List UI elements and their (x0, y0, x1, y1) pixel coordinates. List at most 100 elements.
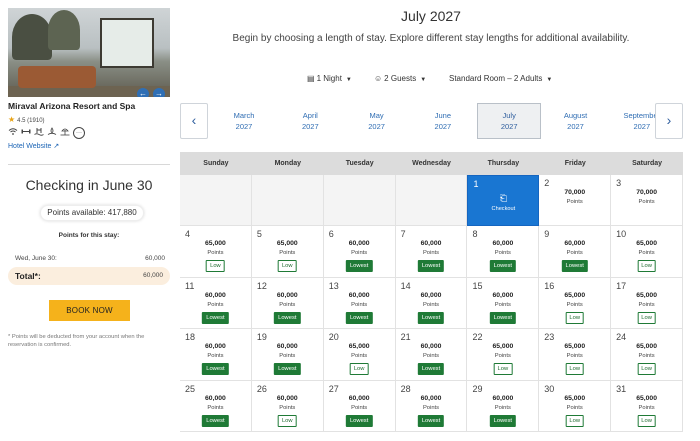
day-cell[interactable]: 29 60,000 Points Lowest (467, 380, 540, 432)
checkout-door-icon: ⎗ (499, 193, 507, 203)
points-unit-label: Points (566, 199, 583, 205)
points-unit-label: Points (207, 250, 224, 257)
day-cell[interactable]: 19 60,000 Points Lowest (251, 329, 324, 381)
day-cell[interactable]: 25 60,000 Points Lowest (180, 380, 252, 432)
day-points: 60,000 (205, 394, 226, 402)
month-name: June (434, 111, 452, 120)
day-cell[interactable]: 4 65,000 Points Low (180, 226, 252, 278)
room-dropdown[interactable]: Standard Room – 2 Adults ▼ (449, 73, 552, 86)
availability-calendar: Sunday Monday Tuesday Wednesday Thursday Frid… (180, 152, 684, 432)
points-unit-label: Points (351, 353, 368, 360)
points-unit-label: Points (638, 404, 655, 411)
day-number: 18 (185, 332, 196, 343)
lowest-price-badge: Lowest (489, 311, 517, 324)
day-number: 5 (256, 229, 262, 240)
hotel-website-link[interactable]: Hotel Website ↗ (8, 142, 59, 150)
photo-prev-icon[interactable]: ← (137, 88, 149, 97)
day-cell[interactable]: 9 60,000 Points Lowest (539, 226, 612, 278)
day-cell[interactable]: 13 60,000 Points Lowest (323, 277, 396, 330)
photo-next-icon[interactable]: → (153, 88, 165, 97)
next-months-button[interactable]: › (655, 103, 683, 139)
wifi-icon (8, 127, 18, 140)
day-cell[interactable]: 21 60,000 Points Lowest (395, 329, 468, 381)
total-row: Total*: 60,000 (8, 267, 170, 285)
low-price-badge: Low (277, 414, 297, 427)
points-unit-label: Points (279, 404, 296, 411)
nights-dropdown[interactable]: ▤ 1 Night ▼ (307, 73, 352, 86)
month-tab-march[interactable]: March 2027 (212, 103, 276, 139)
prev-months-button[interactable]: ‹ (180, 103, 208, 139)
day-cell[interactable]: 18 60,000 Points Lowest (180, 329, 252, 381)
day-cell[interactable]: 2 70,000 Points (539, 175, 612, 227)
points-unit-label: Points (279, 250, 296, 257)
stay-line-item: Wed, June 30: 60,000 (15, 255, 165, 262)
day-cell[interactable]: 17 65,000 Points Low (611, 277, 684, 330)
month-year: 2027 (235, 122, 253, 131)
day-cell[interactable]: 10 65,000 Points Low (611, 226, 684, 278)
month-name: July (502, 111, 516, 120)
day-cell[interactable]: 28 60,000 Points Lowest (395, 380, 468, 432)
points-for-stay-heading: Points for this stay: (58, 232, 120, 239)
day-number: 6 (328, 229, 334, 240)
empty-day-cell (395, 175, 468, 227)
day-cell[interactable]: 7 60,000 Points Lowest (395, 226, 468, 278)
month-tab-may[interactable]: May 2027 (345, 103, 409, 139)
more-amenities-icon[interactable]: ··· (73, 127, 85, 139)
day-number: 21 (400, 332, 411, 343)
lowest-price-badge: Lowest (417, 311, 445, 324)
day-cell[interactable]: 5 65,000 Points Low (251, 226, 324, 278)
book-now-button[interactable]: BOOK NOW (49, 300, 130, 321)
low-price-badge: Low (206, 260, 225, 273)
guests-dropdown[interactable]: ☺ 2 Guests ▼ (374, 73, 426, 86)
month-tab-august[interactable]: August 2027 (544, 103, 608, 139)
hotel-website-label: Hotel Website (8, 143, 52, 150)
day-number: 23 (544, 332, 555, 343)
day-cell[interactable]: 20 65,000 Points Low (323, 329, 396, 381)
lowest-price-badge: Lowest (274, 363, 301, 376)
lowest-price-badge: Lowest (345, 311, 373, 324)
day-cell[interactable]: 6 60,000 Points Lowest (323, 226, 396, 278)
empty-day-cell (323, 175, 396, 227)
day-number: 10 (616, 229, 627, 240)
day-cell[interactable]: 27 60,000 Points Lowest (323, 380, 396, 432)
points-unit-label: Points (351, 301, 368, 308)
day-cell[interactable]: 14 60,000 Points Lowest (395, 277, 468, 330)
day-cell[interactable]: 11 60,000 Points Lowest (180, 277, 252, 330)
lowest-price-badge: Lowest (345, 414, 373, 427)
month-tab-april[interactable]: April 2027 (278, 103, 342, 139)
points-unit-label: Points (422, 353, 440, 360)
day-points: 60,000 (205, 343, 226, 351)
day-points: 65,000 (636, 240, 657, 248)
day-cell[interactable]: 23 65,000 Points Low (539, 329, 612, 381)
checkout-label: Checkout (491, 206, 516, 212)
hotel-photo: ← → (8, 8, 170, 97)
amenity-icons: ··· (8, 126, 85, 140)
day-cell[interactable]: 22 65,000 Points Low (467, 329, 540, 381)
day-cell[interactable]: 30 65,000 Points Low (539, 380, 612, 432)
day-cell[interactable]: 15 60,000 Points Lowest (467, 277, 540, 330)
day-number: 11 (185, 280, 195, 291)
checkin-title: Checking in June 30 (25, 177, 153, 193)
month-tab-june[interactable]: June 2027 (411, 103, 475, 139)
person-icon: ☺ (374, 74, 383, 83)
day-cell[interactable]: 16 65,000 Points Low (539, 277, 612, 330)
low-price-badge: Low (493, 363, 513, 376)
lowest-price-badge: Lowest (202, 414, 229, 427)
day-points: 65,000 (564, 291, 586, 299)
day-cell[interactable]: 12 60,000 Points Lowest (251, 277, 324, 330)
day-cell[interactable]: 24 65,000 Points Low (611, 329, 684, 381)
points-unit-label: Points (494, 250, 511, 257)
month-tab-july[interactable]: July 2027 (477, 103, 542, 139)
day-cell[interactable]: 26 60,000 Points Low (251, 380, 324, 432)
day-number: 3 (616, 178, 622, 188)
day-points: 60,000 (420, 240, 442, 248)
day-cell[interactable]: 31 65,000 Points Low (611, 380, 684, 432)
day-cell[interactable]: 3 70,000 Points (611, 175, 684, 227)
day-number: 7 (400, 229, 406, 240)
checkout-day-cell[interactable]: 1 ⎗ Checkout (467, 175, 540, 227)
nights-value: 1 Night (316, 74, 342, 83)
day-cell[interactable]: 8 60,000 Points Lowest (467, 226, 540, 278)
day-points: 60,000 (564, 240, 586, 248)
day-points: 65,000 (348, 343, 370, 351)
day-points: 60,000 (205, 291, 226, 299)
